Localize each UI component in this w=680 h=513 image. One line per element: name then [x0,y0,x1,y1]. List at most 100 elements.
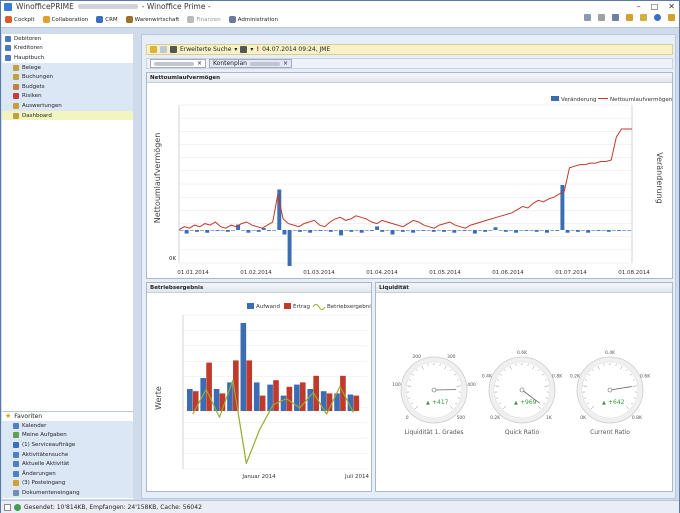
sidebar-item-3[interactable]: Belege [2,62,133,73]
menu-item-0[interactable]: Cockpit [5,16,35,23]
favorite-item-2[interactable]: (1) Serviceaufträge [2,440,133,450]
help-icon[interactable] [654,14,661,21]
status-bar: Gesendet: 10'814KB, Empfangen: 24'158KB,… [1,500,679,513]
bar-veraenderung [395,230,400,231]
gauge-hub [519,387,525,393]
sidebar-item-1[interactable]: Kreditoren [2,44,133,54]
y-axis-label: Werte [154,386,163,410]
maximize-icon[interactable]: □ [651,2,659,11]
filter-icon[interactable] [668,14,675,21]
bar-veraenderung [488,230,493,231]
bar-veraenderung [539,230,544,231]
legend-swatch [247,303,254,309]
tab-kontenplan[interactable]: Kontenplan × [209,59,292,68]
panel-title: Nettoumlaufvermögen [147,73,672,83]
sidebar-item-8[interactable]: Dashboard [2,110,133,121]
favorite-item-4[interactable]: Aktuelle Aktivität [2,459,133,469]
y-axis-label: Nettoumlaufvermögen [153,133,162,224]
link-icon[interactable] [612,14,619,21]
bar-veraenderung [380,230,385,232]
gauge-tick-label: 0.2K [490,415,501,421]
favorites-list: Kalender Meine Aufgaben (1) Serviceaufträg… [2,421,133,498]
gauge-up-icon: ▲ [514,400,518,406]
y-tick-label: 0K [169,256,176,262]
bar-veraenderung [591,230,596,231]
minimize-icon[interactable]: – [637,2,641,11]
favorites-header[interactable]: ★ Favoriten [2,411,133,420]
bar-veraenderung [323,230,328,231]
menu-icon [125,16,133,23]
menu-item-5[interactable]: Administration [228,16,278,23]
close-icon[interactable]: ✕ [668,2,675,11]
sidebar-item-5[interactable]: Budgets [2,81,133,92]
bar-aufwand [307,389,314,411]
bar-ertrag [246,360,253,411]
blurred-text [154,61,194,66]
bell-icon[interactable] [640,14,647,21]
menu-label: Collaboration [51,16,89,23]
mail-icon[interactable] [584,14,591,21]
funnel-icon[interactable] [170,46,177,53]
legend-label: Veränderung [561,97,596,103]
favorite-item-6[interactable]: (3) Posteingang [2,479,133,489]
sidebar-icon [13,74,19,81]
window-title: WinofficePRIME [16,2,74,11]
sidebar-item-2[interactable]: Hauptbuch [2,53,133,63]
tab-label: Kontenplan [213,60,247,67]
bar-veraenderung [364,230,369,231]
menu-item-1[interactable]: Collaboration [42,16,89,23]
x-tick-label: Juli 2014 [344,474,369,480]
tab-blurred[interactable]: × [150,59,207,68]
bar-veraenderung [555,230,560,231]
favorite-icon [13,470,19,477]
favorite-item-3[interactable]: Aktivitätensuche [2,450,133,460]
menu-item-2[interactable]: CRM [96,16,118,23]
bar-veraenderung [328,230,333,232]
alert-icon: ! [256,46,260,53]
gauge-tick-label: 400 [467,382,476,388]
connection-icon [14,503,21,511]
legend-swatch-line [312,304,326,310]
close-icon[interactable]: × [283,60,288,67]
title-bar: WinofficePRIME - Winoffice Prime - – □ ✕ [1,1,679,12]
bar-veraenderung [267,230,271,231]
favorite-item-5[interactable]: Änderungen [2,469,133,479]
sidebar-item-7[interactable]: Auswertungen [2,101,133,111]
bar-veraenderung [385,230,390,231]
menu-item-3[interactable]: Warenwirtschaft [125,16,179,23]
menu-item-4[interactable]: Finanzen [187,16,221,23]
chevron-down-icon[interactable]: ▾ [234,46,237,53]
bar-veraenderung [550,230,555,231]
chevron-down-icon[interactable]: ▾ [250,46,253,53]
sidebar-item-6[interactable]: Risiken [2,91,133,102]
legend-swatch [284,303,291,309]
favorite-item-0[interactable]: Kalender [2,421,133,431]
window-icon[interactable] [598,14,605,21]
gauge-tick-label: 0.6K [640,373,651,379]
favorite-item-7[interactable]: Dokumenteneingang [2,488,133,498]
bar-aufwand [280,395,287,411]
favorite-item-1[interactable]: Meine Aufgaben [2,431,133,441]
gauge-tick-label: 0 [406,415,409,421]
bar-veraenderung [354,230,359,231]
favorite-label: Kalender [22,422,47,429]
bar-veraenderung [436,230,441,231]
bar-veraenderung [575,230,580,232]
advanced-search-button[interactable]: Erweiterte Suche [180,46,231,53]
sidebar-icon [13,64,19,71]
menu-icon [187,16,195,23]
document-icon[interactable] [160,46,167,53]
menu-label: Finanzen [196,16,221,23]
folder-icon[interactable] [150,46,157,53]
tab-strip: × Kontenplan × [146,58,673,69]
sidebar-item-4[interactable]: Buchungen [2,72,133,82]
star-icon[interactable] [626,14,633,21]
timestamp-label: 04.07.2014 09:24, JME [262,46,331,53]
bar-veraenderung [349,230,354,232]
sidebar-item-0[interactable]: Debitoren [2,34,133,44]
bar-veraenderung [194,230,199,232]
filter-icon[interactable] [240,46,248,53]
close-icon[interactable]: × [197,60,202,67]
bar-veraenderung [601,230,606,231]
bar-aufwand [187,389,193,411]
